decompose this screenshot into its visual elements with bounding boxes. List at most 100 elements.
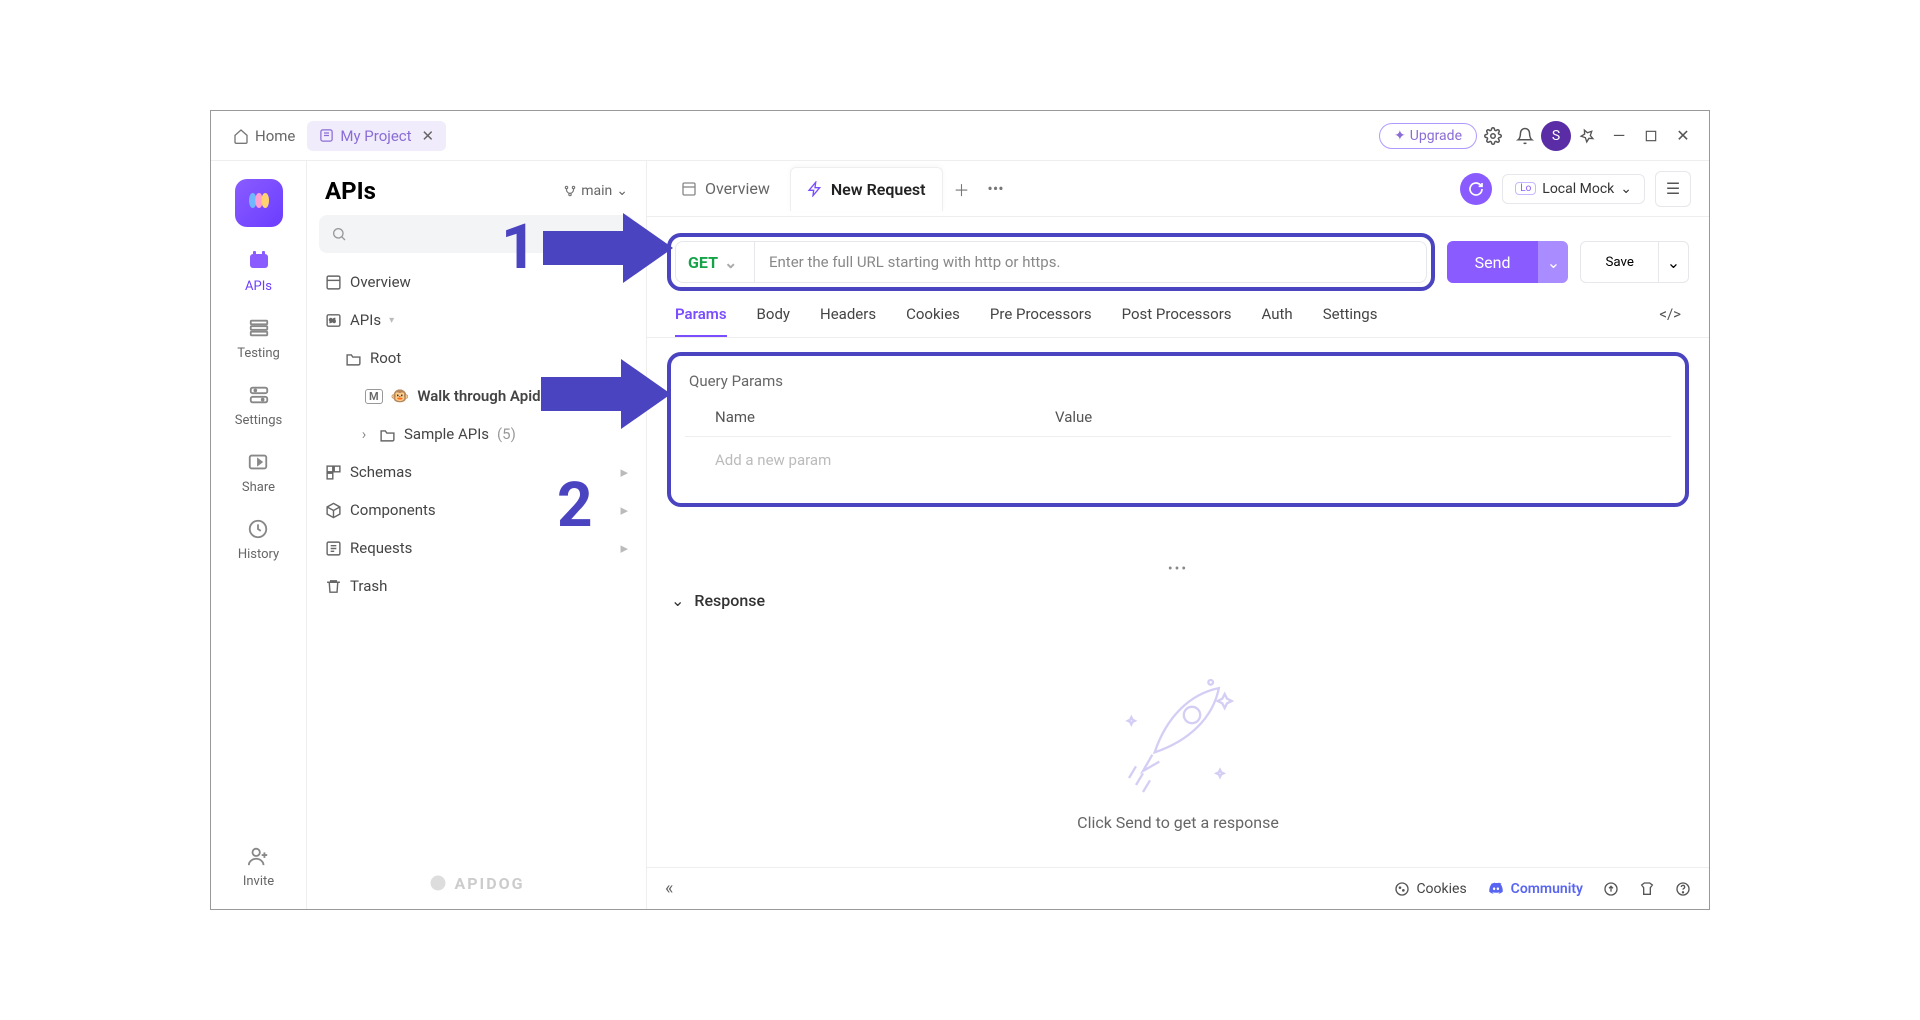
col-name: Name [715,408,1055,426]
testing-icon [245,314,273,342]
project-tab-label: My Project [340,127,411,145]
chevron-right-icon: ▸ [620,539,628,557]
subtab-auth[interactable]: Auth [1262,305,1293,337]
dropdown-dot-icon: ▾ [389,315,394,326]
rail-share[interactable]: Share [242,448,275,495]
project-icon [319,128,334,143]
subtab-cookies[interactable]: Cookies [906,305,960,337]
url-group: GET ⌄ Enter the full URL starting with h… [667,233,1435,291]
chevron-right-icon: ▸ [620,501,628,519]
branch-icon [563,184,577,198]
minimize-icon[interactable]: — [1603,120,1635,152]
footer-cookies[interactable]: Cookies [1394,881,1466,897]
help-icon[interactable] [1675,881,1691,897]
branch-selector[interactable]: main ⌄ [563,183,628,199]
rail-apis[interactable]: APIs [245,247,273,294]
tab-more-icon[interactable]: ••• [981,179,1011,198]
response-empty-text: Click Send to get a response [1077,813,1279,832]
maximize-icon[interactable] [1635,120,1667,152]
folder-icon [345,350,362,367]
rail-invite[interactable]: Invite [243,842,274,889]
refresh-button[interactable] [1460,173,1492,205]
project-tab[interactable]: My Project ✕ [307,121,446,151]
footer-community[interactable]: Community [1487,880,1583,898]
home-tab[interactable]: Home [221,121,307,151]
subtab-body[interactable]: Body [757,305,790,337]
subtab-params[interactable]: Params [675,305,727,337]
rail-history[interactable]: History [238,515,279,562]
share-icon [244,448,272,476]
hamburger-icon[interactable]: ☰ [1655,171,1691,207]
search-icon [331,226,347,242]
params-table-header: Name Value [685,398,1671,437]
chevron-right-icon: › [357,425,371,443]
apis-icon [245,247,273,275]
window-bar: Home My Project ✕ ✦ Upgrade S — ✕ [211,111,1709,161]
subtab-pre[interactable]: Pre Processors [990,305,1092,337]
request-subtabs: Params Body Headers Cookies Pre Processo… [647,291,1709,338]
response-empty: Click Send to get a response [647,624,1709,867]
refresh-icon [1468,181,1484,197]
window-close-icon[interactable]: ✕ [1667,120,1699,152]
trash-icon [325,578,342,595]
avatar-emoji-icon: 🐵 [391,387,410,405]
footer: « Cookies Community [647,867,1709,909]
main-panel: Overview New Request ＋ ••• Lo Local Mock… [647,161,1709,909]
code-view-icon[interactable]: </> [1659,305,1681,337]
response-header[interactable]: ⌄ Response [647,577,1709,624]
send-button[interactable]: Send [1447,241,1539,283]
tshirt-icon[interactable] [1639,881,1655,897]
col-value: Value [1055,408,1092,426]
sidebar-apis[interactable]: 96 APIs ▾ [317,301,636,339]
nav-rail: APIs Testing Settings Share History [211,161,307,909]
avatar[interactable]: S [1541,121,1571,151]
requests-icon [325,540,342,557]
sidebar-title: APIs [325,177,563,205]
upload-icon[interactable] [1603,881,1619,897]
settings-icon [245,381,273,409]
brand-icon [428,873,448,893]
rail-testing[interactable]: Testing [237,314,280,361]
query-params-box: Query Params Name Value Add a new param [667,352,1689,507]
subtab-headers[interactable]: Headers [820,305,876,337]
folder-icon [379,426,396,443]
method-badge-icon: M [365,389,383,404]
upgrade-button[interactable]: ✦ Upgrade [1379,123,1477,149]
chevron-down-icon: ⌄ [671,591,684,610]
history-icon [244,515,272,543]
divider-dots-icon[interactable]: ••• [647,521,1709,577]
collapse-left-icon[interactable]: « [665,878,673,899]
save-dropdown[interactable]: ⌄ [1659,241,1689,283]
gear-icon[interactable] [1477,120,1509,152]
close-icon[interactable]: ✕ [422,127,435,145]
url-input[interactable]: Enter the full URL starting with http or… [755,241,1427,283]
chevron-down-icon: ⌄ [616,183,628,199]
save-button[interactable]: Save [1580,241,1659,283]
home-icon [233,128,249,144]
tab-new-request[interactable]: New Request [790,167,943,211]
rail-settings[interactable]: Settings [235,381,282,428]
bell-icon[interactable] [1509,120,1541,152]
add-param-input[interactable]: Add a new param [685,437,1671,483]
discord-icon [1487,880,1505,898]
pin-icon[interactable] [1571,120,1603,152]
app-logo[interactable] [235,179,283,227]
subtab-settings[interactable]: Settings [1323,305,1378,337]
annotation-2: 2 [541,359,671,502]
sparkle-icon: ✦ [1394,128,1406,144]
send-dropdown[interactable]: ⌄ [1538,241,1568,283]
upgrade-label: Upgrade [1410,128,1462,144]
subtab-post[interactable]: Post Processors [1122,305,1232,337]
annotation-1: 1 [501,211,673,284]
home-tab-label: Home [255,127,295,145]
components-icon [325,502,342,519]
sidebar-trash[interactable]: Trash [317,567,636,605]
environment-selector[interactable]: Lo Local Mock ⌄ [1502,174,1645,204]
add-tab-button[interactable]: ＋ [947,177,977,201]
schemas-icon [325,464,342,481]
overview-icon [325,274,342,291]
tab-overview[interactable]: Overview [665,167,786,210]
rocket-icon [1108,659,1248,799]
brand-footer: APIDOG [307,857,646,909]
method-selector[interactable]: GET ⌄ [675,241,755,283]
